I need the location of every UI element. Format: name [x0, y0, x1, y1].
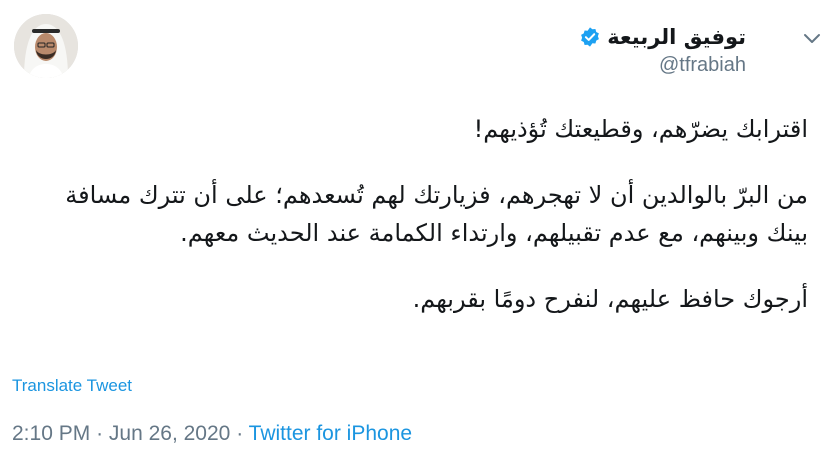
tweet-paragraph: من البرّ بالوالدين أن لا تهجرهم، فزيارتك… [18, 176, 808, 252]
user-handle[interactable]: @tfrabiah [579, 54, 746, 77]
tweet-line: بينك وبينهم، مع عدم تقبيلهم، وارتداء الك… [180, 219, 808, 247]
tweet-text: اقترابك يضرّهم، وقطيعتك تُؤذيهم! من البر… [18, 110, 808, 346]
author-info[interactable]: توفيق الربيعة @tfrabiah [579, 22, 746, 77]
tweet-paragraph: أرجوك حافظ عليهم، لنفرح دومًا بقربهم. [18, 280, 808, 318]
name-row: توفيق الربيعة [579, 22, 746, 52]
tweet-time[interactable]: 2:10 PM [12, 422, 90, 445]
meta-separator: · [96, 422, 104, 445]
tweet-source-link[interactable]: Twitter for iPhone [249, 422, 412, 445]
tweet-metadata: 2:10 PM · Jun 26, 2020 · Twitter for iPh… [12, 422, 412, 446]
tweet-date[interactable]: Jun 26, 2020 [109, 422, 230, 445]
avatar[interactable] [14, 14, 78, 78]
tweet-header: توفيق الربيعة @tfrabiah [0, 0, 838, 100]
display-name[interactable]: توفيق الربيعة [607, 25, 746, 49]
tweet-line: من البرّ بالوالدين أن لا تهجرهم، فزيارتك… [65, 181, 808, 209]
translate-tweet-link[interactable]: Translate Tweet [12, 376, 132, 396]
chevron-down-icon[interactable] [800, 26, 824, 50]
verified-badge-icon [579, 26, 601, 48]
tweet-line: اقترابك يضرّهم، وقطيعتك تُؤذيهم! [473, 115, 808, 143]
tweet-card: توفيق الربيعة @tfrabiah اقترابك يضرّهم، … [0, 0, 838, 468]
meta-separator: · [236, 422, 244, 445]
tweet-line: أرجوك حافظ عليهم، لنفرح دومًا بقربهم. [412, 285, 808, 313]
tweet-paragraph: اقترابك يضرّهم، وقطيعتك تُؤذيهم! [18, 110, 808, 148]
